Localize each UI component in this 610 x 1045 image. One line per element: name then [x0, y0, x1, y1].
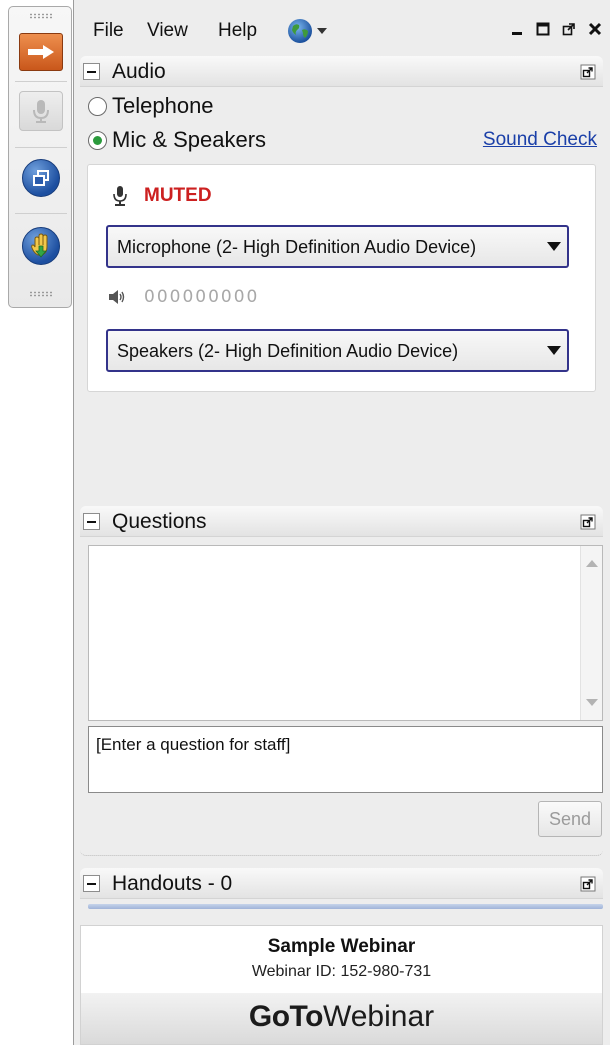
microphone-select[interactable]: Microphone (2- High Definition Audio Dev…	[106, 225, 569, 268]
speaker-select[interactable]: Speakers (2- High Definition Audio Devic…	[106, 329, 569, 372]
scroll-down-icon[interactable]	[586, 699, 598, 706]
gotowebinar-logo: GoToWebinar	[80, 993, 603, 1045]
toolbar-divider	[15, 147, 67, 148]
telephone-option[interactable]: Telephone	[88, 93, 214, 119]
control-toolbar	[8, 6, 72, 308]
globe-icon	[288, 19, 312, 43]
menu-file[interactable]: File	[93, 20, 124, 42]
control-panel: File View Help Audio Telephone Mic & Spe…	[73, 0, 610, 1045]
menu-bar: File View Help	[74, 0, 610, 58]
telephone-label: Telephone	[112, 93, 214, 118]
microphone-select-value: Microphone (2- High Definition Audio Dev…	[117, 237, 477, 257]
popout-icon[interactable]	[580, 876, 596, 892]
minimize-icon	[511, 31, 522, 35]
restore-window-button[interactable]	[22, 159, 60, 197]
speaker-level: 000000000	[108, 287, 259, 307]
menu-view[interactable]: View	[147, 20, 188, 42]
handouts-collapse-button[interactable]	[83, 875, 100, 892]
webinar-name: Sample Webinar	[267, 936, 416, 957]
webinar-id: Webinar ID: 152-980-731	[251, 963, 432, 980]
popout-icon[interactable]	[580, 64, 596, 80]
handouts-section-header: Handouts - 0	[80, 868, 603, 899]
close-icon	[588, 22, 601, 35]
brand-webinar: Webinar	[322, 1000, 435, 1033]
questions-collapse-button[interactable]	[83, 513, 100, 530]
raise-hand-button[interactable]	[22, 227, 60, 265]
audio-section-header: Audio	[80, 56, 603, 87]
microphone-icon	[113, 186, 127, 206]
questions-log[interactable]	[88, 545, 603, 721]
muted-label: MUTED	[144, 185, 212, 206]
questions-section-title: Questions	[112, 510, 207, 533]
chevron-down-icon	[547, 242, 561, 251]
question-input[interactable]: [Enter a question for staff]	[88, 726, 603, 793]
toggle-panel-button[interactable]	[19, 33, 63, 71]
mic-speakers-radio[interactable]	[88, 130, 107, 150]
brand-goto: GoTo	[248, 1000, 324, 1033]
popout-button[interactable]	[560, 20, 577, 37]
audio-section-body: Telephone Mic & Speakers Sound Check MUT…	[80, 89, 603, 494]
webinar-info: Sample Webinar Webinar ID: 152-980-731	[80, 925, 603, 993]
popout-icon[interactable]	[580, 514, 596, 530]
raise-hand-icon	[31, 233, 48, 258]
mic-status: MUTED	[112, 185, 212, 207]
speaker-icon	[109, 290, 125, 304]
language-menu[interactable]	[287, 18, 327, 44]
restore-window-icon	[33, 170, 49, 186]
audio-device-panel: MUTED Microphone (2- High Definition Aud…	[87, 164, 596, 392]
toolbar-divider	[15, 213, 67, 214]
popout-icon	[562, 22, 575, 35]
audio-collapse-button[interactable]	[83, 63, 100, 80]
mic-speakers-label: Mic & Speakers	[112, 127, 267, 152]
questions-scrollbar[interactable]	[580, 546, 602, 720]
telephone-radio[interactable]	[88, 96, 107, 116]
toolbar-divider	[15, 81, 67, 82]
audio-section-title: Audio	[112, 60, 166, 83]
chevron-down-icon	[317, 28, 327, 34]
mic-speakers-option[interactable]: Mic & Speakers	[88, 127, 266, 153]
menu-help[interactable]: Help	[218, 20, 257, 42]
window-controls	[508, 20, 603, 37]
microphone-icon	[33, 100, 49, 123]
handouts-section-title: Handouts - 0	[112, 872, 233, 895]
minimize-button[interactable]	[508, 20, 525, 37]
questions-section-header: Questions	[80, 506, 603, 537]
send-button[interactable]: Send	[538, 801, 602, 837]
mic-button[interactable]	[19, 91, 63, 131]
maximize-button[interactable]	[534, 20, 551, 37]
speaker-select-value: Speakers (2- High Definition Audio Devic…	[117, 341, 459, 361]
handouts-list	[88, 904, 603, 909]
toolbar-grip[interactable]	[29, 13, 53, 19]
toolbar-grip[interactable]	[29, 291, 53, 297]
close-button[interactable]	[586, 20, 603, 37]
sound-check-link[interactable]: Sound Check	[483, 129, 597, 151]
speaker-level-meter: 000000000	[144, 287, 260, 307]
questions-section-footer	[80, 846, 603, 856]
arrow-right-icon	[28, 45, 54, 59]
maximize-icon	[536, 22, 549, 35]
scroll-up-icon[interactable]	[586, 560, 598, 567]
chevron-down-icon	[547, 346, 561, 355]
